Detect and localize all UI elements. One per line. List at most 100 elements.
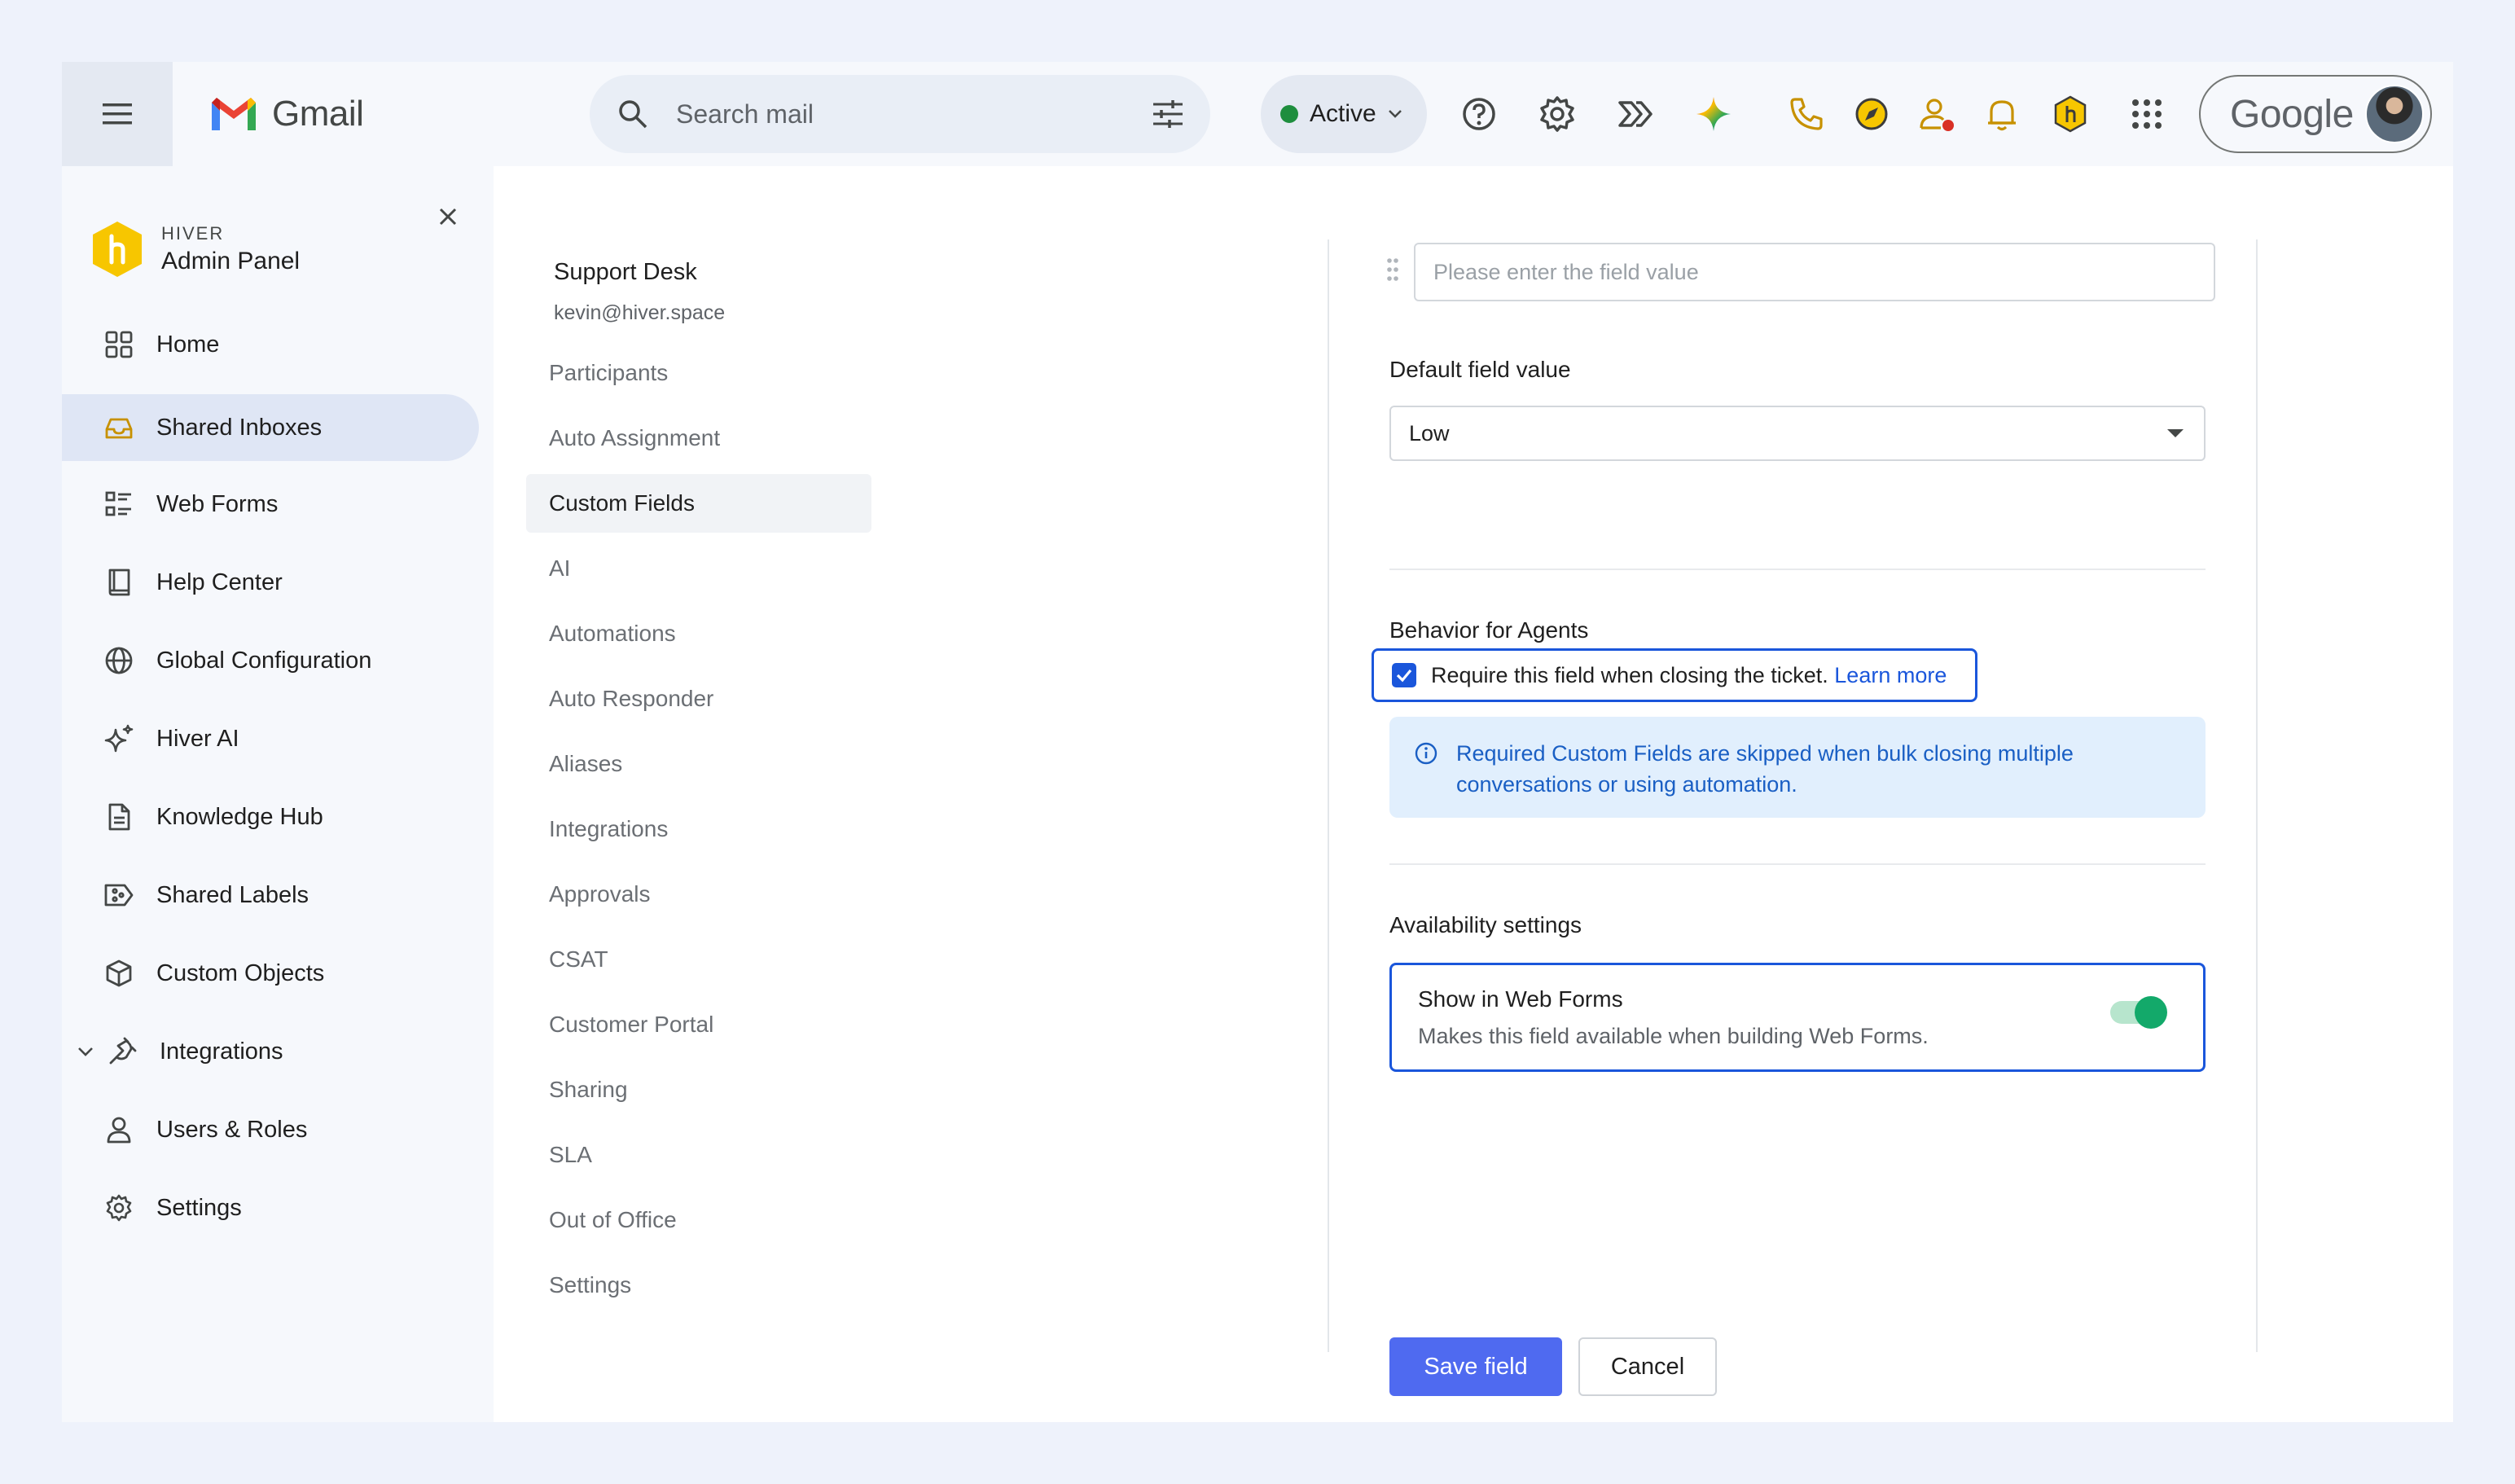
main-menu-button[interactable] (62, 62, 173, 166)
globe-icon (103, 644, 135, 677)
learn-more-link[interactable]: Learn more (1834, 663, 1947, 687)
column-divider (2256, 239, 2258, 1352)
subnav-item-integrations[interactable]: Integrations (526, 800, 871, 858)
contact-alert-icon (1920, 99, 1954, 131)
gemini-button[interactable] (1694, 94, 1733, 134)
subnav-item-approvals[interactable]: Approvals (526, 865, 871, 924)
settings-icon (1540, 96, 1574, 132)
sidebar-item-users-roles[interactable]: Users & Roles (62, 1096, 479, 1163)
checkmark-icon (1396, 669, 1412, 683)
avatar (2365, 85, 2424, 143)
sidebar-item-settings[interactable]: Settings (62, 1174, 479, 1241)
gmail-m-icon (212, 98, 256, 130)
gear-icon (103, 1192, 135, 1224)
brand-name: HIVER (161, 223, 225, 244)
field-value-input[interactable]: Please enter the field value (1414, 243, 2215, 301)
info-icon (1415, 742, 1437, 765)
help-icon (1463, 98, 1495, 130)
filter-options-icon[interactable] (1152, 99, 1184, 129)
section-divider (1389, 569, 2206, 570)
main-panel: Support Desk kevin@hiver.space Participa… (494, 166, 2453, 1422)
search-bar[interactable]: Search mail (590, 75, 1210, 153)
sidebar-item-shared-labels[interactable]: Shared Labels (62, 862, 479, 929)
inbox-email: kevin@hiver.space (554, 301, 726, 324)
cube-icon (103, 957, 135, 990)
info-text: Required Custom Fields are skipped when … (1456, 741, 2074, 797)
hiver-flows-icon (1618, 101, 1653, 127)
plug-icon (106, 1035, 138, 1068)
status-selector[interactable]: Active (1261, 75, 1427, 153)
subnav-item-out-of-office[interactable]: Out of Office (526, 1191, 871, 1249)
subnav-item-sharing[interactable]: Sharing (526, 1060, 871, 1119)
require-field-checkbox[interactable] (1392, 663, 1416, 687)
subnav-item-csat[interactable]: CSAT (526, 930, 871, 989)
apps-grid-icon (2132, 99, 2162, 129)
drag-handle-icon[interactable] (1386, 257, 1399, 282)
hiver-brand: HIVER Admin Panel (90, 220, 300, 279)
bell-icon (1988, 100, 2016, 131)
sidebar-item-custom-objects[interactable]: Custom Objects (62, 940, 479, 1007)
chevron-down-icon[interactable] (77, 1046, 94, 1057)
compass-button[interactable] (1852, 94, 1891, 134)
subnav-item-auto-assignment[interactable]: Auto Assignment (526, 409, 871, 468)
search-input[interactable]: Search mail (676, 99, 1152, 130)
cancel-button[interactable]: Cancel (1578, 1337, 1717, 1396)
web-forms-toggle[interactable] (2110, 996, 2167, 1029)
book-icon (103, 566, 135, 599)
sidebar-item-label: Knowledge Hub (156, 803, 323, 830)
document-icon (103, 801, 135, 833)
sidebar-item-web-forms[interactable]: Web Forms (62, 471, 479, 538)
google-wordmark: Google (2230, 92, 2354, 136)
subnav-item-aliases[interactable]: Aliases (526, 735, 871, 793)
settings-button[interactable] (1538, 94, 1577, 134)
inbox-title: Support Desk (554, 259, 697, 285)
subnav-item-ai[interactable]: AI (526, 539, 871, 598)
sidebar-item-label: Custom Objects (156, 959, 325, 986)
account-button[interactable]: Google (2199, 75, 2432, 153)
subnav-item-customer-portal[interactable]: Customer Portal (526, 995, 871, 1054)
phone-button[interactable] (1787, 94, 1826, 134)
sidebar-item-home[interactable]: Home (62, 311, 479, 378)
save-field-button[interactable]: Save field (1389, 1337, 1562, 1396)
label-share-icon (103, 879, 135, 911)
sidebar-item-global-configuration[interactable]: Global Configuration (62, 627, 479, 694)
default-value-select[interactable]: Low (1389, 406, 2206, 461)
grid-icon (103, 328, 135, 361)
compass-icon (1855, 98, 1888, 130)
close-panel-button[interactable] (432, 200, 464, 233)
subnav-item-settings[interactable]: Settings (526, 1256, 871, 1315)
sidebar-item-shared-inboxes[interactable]: Shared Inboxes (62, 394, 479, 461)
subnav-item-auto-responder[interactable]: Auto Responder (526, 670, 871, 728)
sidebar-item-label: Shared Labels (156, 881, 309, 908)
sidebar-item-integrations[interactable]: Integrations (62, 1018, 479, 1085)
hiver-extension-button[interactable] (2051, 94, 2090, 134)
sparkle-icon (103, 722, 135, 755)
contact-alert-button[interactable] (1917, 94, 1956, 134)
help-button[interactable] (1459, 94, 1499, 134)
require-field-option[interactable]: Require this field when closing the tick… (1372, 648, 1977, 702)
status-dot (1280, 105, 1298, 123)
sidebar-item-help-center[interactable]: Help Center (62, 549, 479, 616)
menu-icon (103, 103, 132, 125)
admin-sidebar: HIVER Admin Panel Home Shared Inboxes We… (62, 166, 494, 1422)
notifications-button[interactable] (1982, 94, 2021, 134)
subnav-item-sla[interactable]: SLA (526, 1126, 871, 1184)
sidebar-item-label: Global Configuration (156, 647, 372, 674)
section-divider (1389, 863, 2206, 865)
default-value-label: Default field value (1389, 357, 1571, 382)
subnav-item-automations[interactable]: Automations (526, 604, 871, 663)
sidebar-item-label: Home (156, 331, 220, 358)
sidebar-item-hiver-ai[interactable]: Hiver AI (62, 705, 479, 772)
subnav-item-participants[interactable]: Participants (526, 344, 871, 402)
sidebar-item-label: Integrations (160, 1038, 283, 1065)
default-value-selected: Low (1409, 420, 1450, 446)
sidebar-item-label: Users & Roles (156, 1116, 308, 1143)
sidebar-item-label: Settings (156, 1194, 242, 1221)
subnav-item-custom-fields[interactable]: Custom Fields (526, 474, 871, 533)
require-field-label: Require this field when closing the tick… (1431, 662, 1828, 687)
gmail-logo[interactable]: Gmail (208, 62, 364, 166)
chevron-down-icon (1388, 110, 1402, 118)
apps-button[interactable] (2127, 94, 2166, 134)
sidebar-item-knowledge-hub[interactable]: Knowledge Hub (62, 784, 479, 850)
hiver-flows-button[interactable] (1616, 94, 1655, 134)
